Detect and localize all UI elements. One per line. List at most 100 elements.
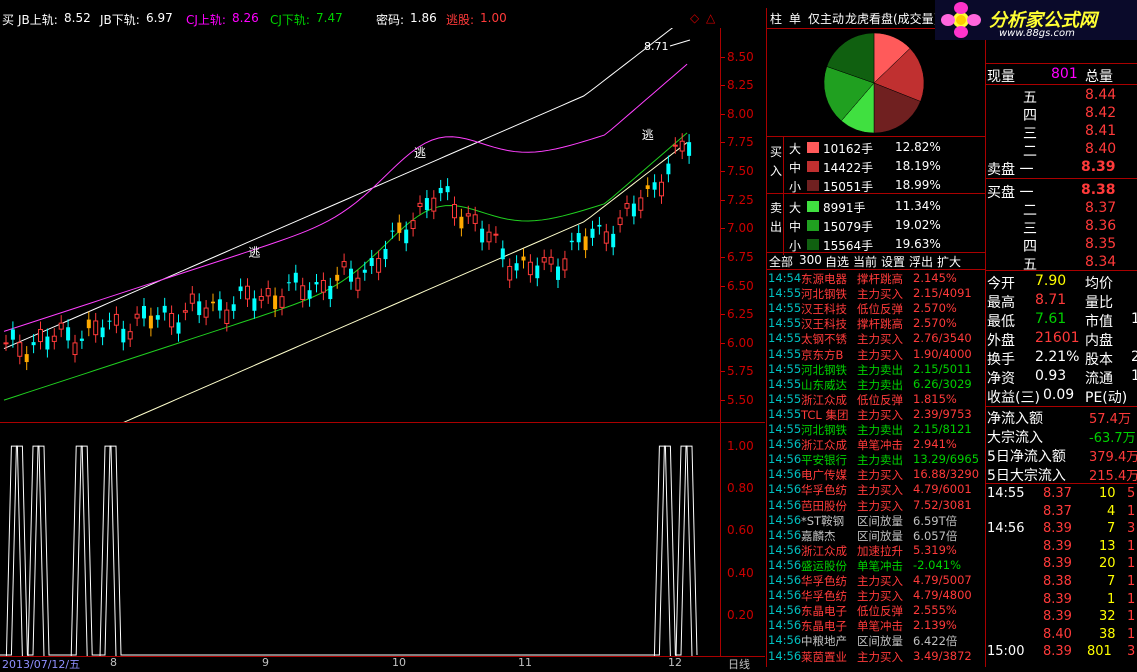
flow-swatch — [807, 142, 819, 153]
alert-action: 主力买入 — [857, 347, 903, 362]
filter-settings[interactable]: 设置 — [881, 253, 905, 270]
candle-body — [300, 285, 306, 300]
candle-body — [100, 327, 105, 338]
flow-swatch — [807, 239, 819, 250]
flow-percent: 12.82% — [895, 140, 941, 154]
ask-row: 四 8.42 — [985, 105, 1137, 124]
alert-row[interactable]: 14:55 汉王科技 撑杆跳高 2.570% — [767, 316, 985, 331]
candle-body — [72, 342, 78, 356]
tab-dragon-tiger[interactable]: 龙虎看盘(成交量) — [845, 10, 938, 27]
candle-body — [590, 228, 595, 238]
alert-row[interactable]: 14:56 浙江众成 单笔冲击 2.941% — [767, 437, 985, 452]
alert-action: 低位反弹 — [857, 604, 903, 619]
alert-row[interactable]: 14:55 河北钢铁 主力卖出 2.15/5011 — [767, 362, 985, 377]
alert-row[interactable]: 14:56 华孚色纺 主力买入 4.79/4800 — [767, 588, 985, 603]
trade-count: 1 — [1127, 538, 1136, 554]
alert-row[interactable]: 14:55 太钢不锈 主力买入 2.76/3540 — [767, 331, 985, 346]
ask-price: 8.40 — [1085, 141, 1117, 157]
filter-current[interactable]: 当前 — [853, 253, 877, 270]
alert-row[interactable]: 14:56 莱茵置业 主力买入 3.49/3872 — [767, 649, 985, 664]
alert-stock: 东晶电子 — [801, 604, 847, 619]
alert-row[interactable]: 14:56 中粮地产 区间放量 6.422倍 — [767, 633, 985, 648]
alert-time: 14:56 — [768, 633, 802, 648]
stat-label: 最低 — [987, 314, 1015, 330]
price-tick: 6.25 — [727, 307, 754, 322]
candle-body — [383, 248, 388, 260]
alert-row[interactable]: 14:56 嘉麟杰 区间放量 6.057倍 — [767, 528, 985, 543]
buy1-label: 买盘 一 — [987, 185, 1034, 201]
ask-price: 8.41 — [1085, 123, 1117, 139]
trade-volume: 38 — [1099, 626, 1116, 642]
triangle-up-icon[interactable]: △ — [706, 11, 715, 25]
alert-value: 2.145% — [913, 271, 957, 285]
password-value: 1.86 — [410, 11, 437, 25]
alert-row[interactable]: 14:56 *ST鞍钢 区间放量 6.59T倍 — [767, 513, 985, 528]
alert-value: -2.041% — [913, 557, 961, 572]
candle-body — [148, 315, 153, 329]
alert-row[interactable]: 14:56 浙江众成 加速拉升 5.319% — [767, 543, 985, 558]
alert-action: 单笔冲击 — [857, 558, 903, 573]
stat-value-2: 2 — [1131, 349, 1137, 365]
diamond-icon[interactable]: ◇ — [690, 11, 699, 25]
alert-row[interactable]: 14:56 盛运股份 单笔冲击 -2.041% — [767, 558, 985, 573]
alert-row[interactable]: 14:55 河北钢铁 主力买入 2.15/4091 — [767, 286, 985, 301]
trade-count: 1 — [1127, 574, 1136, 589]
trade-price: 8.39 — [1043, 538, 1072, 554]
trade-count: 1 — [1127, 503, 1136, 519]
filter-all[interactable]: 全部 — [769, 253, 793, 270]
filter-expand[interactable]: 扩大 — [937, 253, 961, 270]
candle-body — [231, 304, 236, 311]
fund-label: 净流入额 — [987, 411, 1043, 427]
alert-row[interactable]: 14:55 京东方B 主力买入 1.90/4000 — [767, 347, 985, 362]
price-chart[interactable]: 逃逃逃8.71 — [0, 28, 720, 423]
candle-body — [562, 258, 568, 271]
trade-volume: 7 — [1107, 574, 1116, 589]
candle-body — [293, 272, 298, 283]
alert-row[interactable]: 14:56 芭田股份 主力买入 7.52/3081 — [767, 498, 985, 513]
alert-row[interactable]: 14:55 汉王科技 低位反弹 2.570% — [767, 301, 985, 316]
candle-body — [31, 342, 36, 346]
trade-count: 5 — [1127, 486, 1136, 501]
trade-time: 14:56 — [987, 521, 1025, 537]
volume-row: 现量 801 总量 — [985, 66, 1137, 85]
alert-row[interactable]: 14:55 河北钢铁 主力卖出 2.15/8121 — [767, 422, 985, 437]
escape-indicator-chart[interactable] — [0, 425, 720, 657]
cj-down-label: CJ下轨: — [270, 13, 310, 27]
escape-value: 1.00 — [480, 11, 507, 25]
alert-row[interactable]: 14:55 TCL 集团 主力买入 2.39/9753 — [767, 407, 985, 422]
period-label[interactable]: 日线 — [728, 656, 750, 672]
price-tick: 5.75 — [727, 364, 754, 379]
alert-row[interactable]: 14:56 电广传媒 主力买入 16.88/3290 — [767, 467, 985, 482]
candle-body — [362, 269, 367, 273]
alert-row[interactable]: 14:56 华孚色纺 主力买入 4.79/5007 — [767, 573, 985, 588]
tab-single[interactable]: 单 — [789, 10, 801, 27]
tab-active-only[interactable]: 仅主动 — [808, 10, 844, 27]
filter-300[interactable]: 300 — [799, 253, 822, 267]
flow-row: 大 8991手 11.34% — [767, 199, 985, 216]
stat-value: 7.90 — [1035, 273, 1067, 289]
alert-row[interactable]: 14:54 东源电器 撑杆跳高 2.145% — [767, 271, 985, 286]
month-label: 11 — [518, 656, 532, 669]
alert-stock: 浙江众成 — [801, 543, 847, 558]
alert-value: 2.15/4091 — [913, 286, 972, 301]
tab-bar[interactable]: 柱 — [770, 10, 782, 27]
stat-label: 最高 — [987, 295, 1015, 311]
candle-body — [687, 142, 692, 156]
alert-row[interactable]: 14:56 平安银行 主力卖出 13.29/6965 — [767, 452, 985, 467]
alert-row[interactable]: 14:55 山东威达 主力卖出 6.26/3029 — [767, 377, 985, 392]
alert-row[interactable]: 14:56 东晶电子 单笔冲击 2.139% — [767, 618, 985, 633]
stat-row: 最高 8.71 量比 — [985, 292, 1137, 311]
alert-value: 13.29/6965 — [913, 452, 980, 467]
filter-float[interactable]: 浮出 — [909, 253, 933, 270]
alert-row[interactable]: 14:56 华孚色纺 主力买入 4.79/6001 — [767, 482, 985, 497]
candle-body — [431, 197, 437, 212]
trade-count: 3 — [1127, 521, 1136, 537]
alert-stock: *ST鞍钢 — [801, 513, 845, 528]
alert-time: 14:56 — [768, 542, 802, 557]
alert-row[interactable]: 14:55 浙江众成 低位反弹 1.815% — [767, 392, 985, 407]
alert-time: 14:55 — [768, 422, 802, 436]
candle-body — [645, 185, 650, 189]
alert-row[interactable]: 14:56 东晶电子 低位反弹 2.555% — [767, 603, 985, 618]
filter-watchlist[interactable]: 自选 — [825, 253, 849, 270]
candle-body — [307, 290, 312, 299]
